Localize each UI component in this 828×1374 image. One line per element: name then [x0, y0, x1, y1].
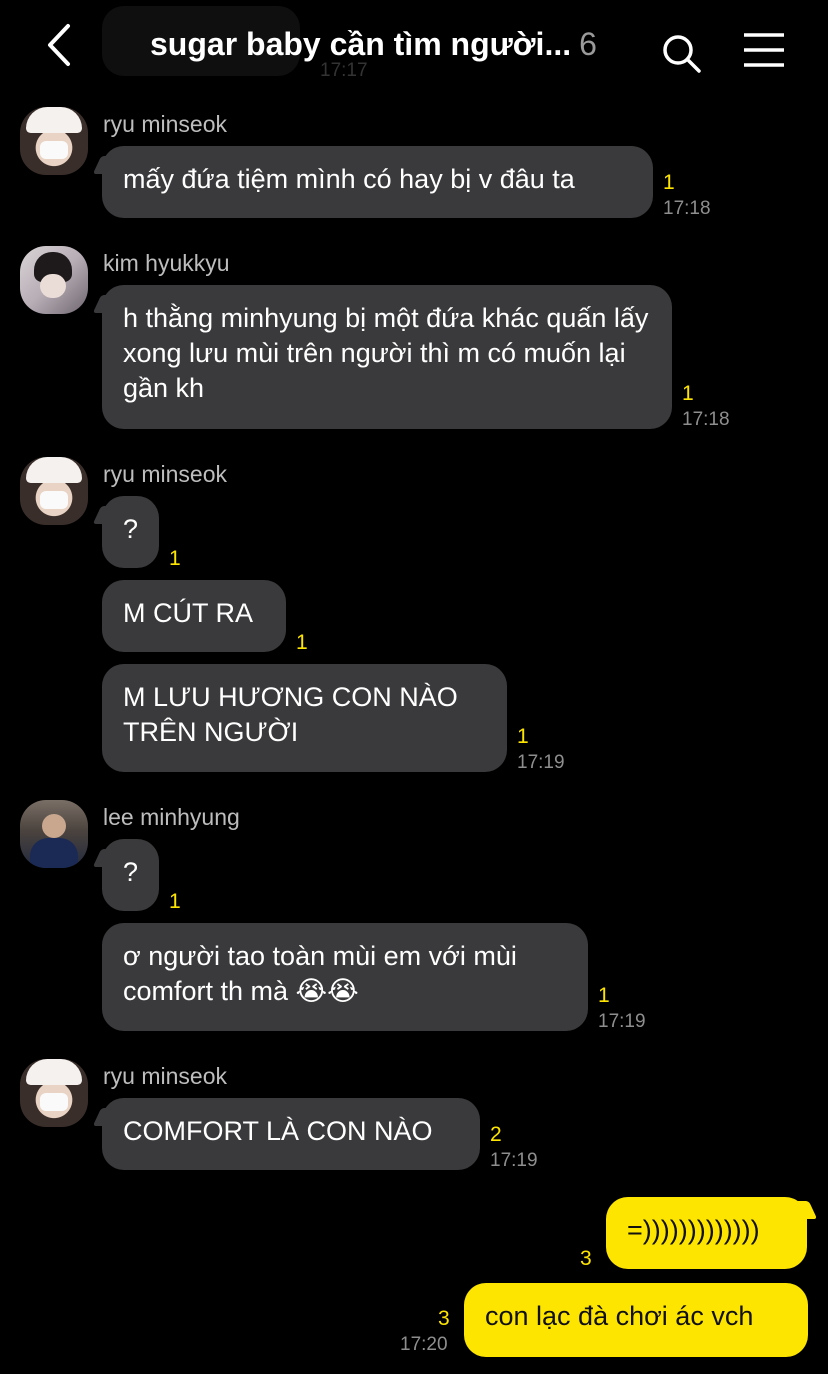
my-message-bubble[interactable]: =))))))))))))) [606, 1197, 807, 1269]
message-text: COMFORT LÀ CON NÀO [123, 1116, 433, 1146]
message-text: =))))))))))))) [627, 1215, 760, 1245]
message-text: mấy đứa tiệm mình có hay bị v đâu ta [123, 164, 575, 194]
message-bubble[interactable]: ơ người tao toàn mùi em với mùi comfort … [102, 923, 588, 1031]
message-text: h thằng minhyung bị một đứa khác quấn lấ… [123, 303, 649, 403]
unread-count: 1 [682, 382, 694, 405]
message-text: ? [123, 857, 139, 887]
avatar-kim-hyukkyu[interactable] [20, 246, 88, 314]
unread-count: 3 [438, 1307, 450, 1330]
message-bubble[interactable]: COMFORT LÀ CON NÀO [102, 1098, 480, 1170]
message-time: 17:19 [598, 1011, 646, 1032]
menu-button[interactable] [742, 32, 786, 68]
sender-name: lee minhyung [103, 804, 240, 830]
message-bubble[interactable]: M LƯU HƯƠNG CON NÀO TRÊN NGƯỜI [102, 664, 507, 772]
search-icon [663, 35, 701, 73]
message-bubble[interactable]: ? [102, 839, 159, 911]
message-bubble[interactable]: h thằng minhyung bị một đứa khác quấn lấ… [102, 285, 672, 429]
sender-name: kim hyukkyu [103, 250, 230, 276]
sender-name: ryu minseok [103, 1063, 227, 1089]
unread-count: 1 [169, 547, 181, 570]
avatar-ryu-minseok[interactable] [20, 107, 88, 175]
unread-count: 1 [169, 890, 181, 913]
message-text: M LƯU HƯƠNG CON NÀO TRÊN NGƯỜI [123, 682, 458, 747]
unread-count: 1 [296, 631, 308, 654]
avatar-ryu-minseok[interactable] [20, 1059, 88, 1127]
message-text: ? [123, 514, 139, 544]
message-bubble[interactable]: ? [102, 496, 159, 568]
unread-count: 1 [517, 725, 529, 748]
message-time: 17:18 [663, 198, 711, 219]
message-text: M CÚT RA [123, 598, 254, 628]
message-bubble[interactable]: mấy đứa tiệm mình có hay bị v đâu ta [102, 146, 653, 218]
unread-count: 1 [598, 984, 610, 1007]
message-bubble[interactable]: M CÚT RA [102, 580, 286, 652]
message-time: 17:19 [517, 752, 565, 773]
ghost-timestamp: 17:17 [320, 60, 368, 81]
hamburger-menu-icon [744, 33, 784, 67]
back-button[interactable] [40, 22, 80, 68]
unread-count: 3 [580, 1247, 592, 1270]
my-message-bubble[interactable]: con lạc đà chơi ác vch [464, 1283, 808, 1357]
sender-name: ryu minseok [103, 111, 227, 137]
message-time: 17:18 [682, 409, 730, 430]
message-time: 17:19 [490, 1150, 538, 1171]
sender-name: ryu minseok [103, 461, 227, 487]
chat-title[interactable]: sugar baby cần tìm người... 6 [150, 26, 597, 63]
message-text: con lạc đà chơi ác vch [485, 1301, 754, 1331]
avatar-ryu-minseok[interactable] [20, 457, 88, 525]
search-button[interactable] [660, 32, 702, 74]
unread-count: 2 [490, 1123, 502, 1146]
chevron-left-icon [48, 24, 70, 66]
member-count: 6 [579, 26, 597, 62]
unread-count: 1 [663, 171, 675, 194]
message-time: 17:20 [400, 1334, 448, 1355]
chat-header: 17:17 sugar baby cần tìm người... 6 [0, 0, 828, 92]
avatar-lee-minhyung[interactable] [20, 800, 88, 868]
chat-title-text: sugar baby cần tìm người... [150, 26, 572, 62]
message-text: ơ người tao toàn mùi em với mùi comfort … [123, 941, 517, 1006]
